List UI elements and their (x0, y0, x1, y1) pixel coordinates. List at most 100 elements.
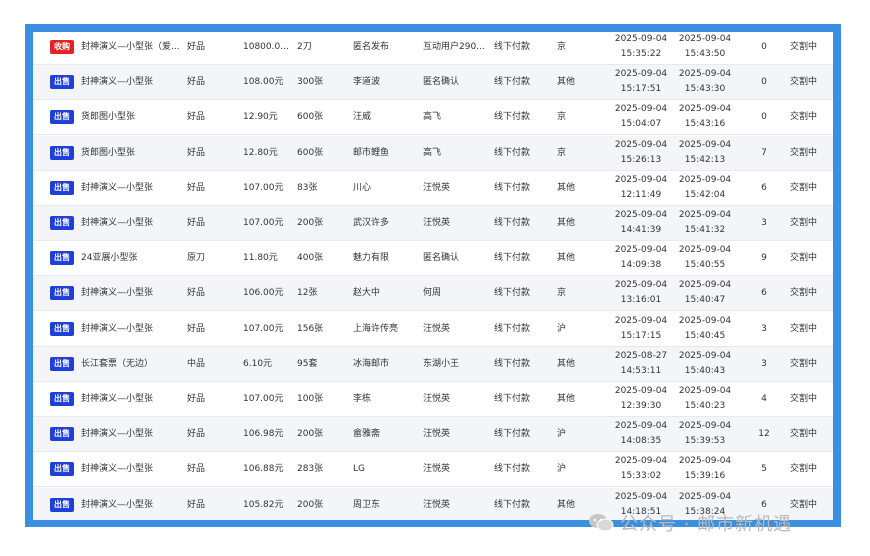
created-time: 2025-09-04 14:41:39 (611, 206, 671, 242)
created-time: 2025-09-04 15:04:07 (611, 100, 671, 136)
updated-time-text: 15:39:16 (684, 471, 726, 482)
view-count: 7 (761, 147, 767, 158)
updated-time: 2025-09-04 15:42:13 (675, 136, 735, 172)
seller-name: 川心 (353, 182, 372, 193)
view-count: 0 (761, 42, 767, 52)
trade-status: 交割中 (790, 42, 818, 52)
region: 沪 (557, 464, 567, 475)
seller-name: 李栋 (353, 394, 372, 404)
item-name: 封神演义—小型张 (81, 323, 154, 334)
created-date-text: 2025-09-04 (614, 139, 668, 150)
payment-method: 线下付款 (494, 358, 531, 369)
created-time: 2025-09-04 14:09:38 (611, 241, 671, 277)
region: 京 (557, 42, 567, 52)
trade-type-badge: 出售 (50, 497, 74, 512)
item-quality: 好品 (187, 77, 206, 88)
item-quality: 好品 (187, 464, 206, 475)
trade-type-badge: 出售 (50, 216, 74, 230)
trade-status: 交割中 (790, 77, 818, 88)
table-row[interactable]: 出售 封神演义—小型张 好品 108.00元 300张 李道波 匿名确认 线下付款 其他 0 交割中… (33, 65, 833, 101)
updated-date-text: 2025-09-04 (678, 245, 732, 256)
item-quality: 原刀 (187, 253, 206, 264)
table-row[interactable]: 出售 封神演义—小型张 好品 106.00元 12张 赵大中 何周 线下付款 京 6 交割中 2025… (33, 276, 833, 312)
item-quantity: 95套 (297, 358, 318, 369)
item-quantity: 12张 (297, 288, 318, 299)
trade-status: 交割中 (790, 323, 818, 334)
table-row[interactable]: 出售 货郎图小型张 好品 12.80元 600张 邮市鲤鱼 高飞 线下付款 京 7 交割中 2025-… (33, 135, 833, 172)
trade-type-badge: 出售 (50, 356, 74, 371)
payment-method: 线下付款 (494, 42, 531, 52)
trade-status: 交割中 (790, 253, 818, 264)
buyer-name: 高飞 (423, 147, 442, 158)
view-count: 3 (761, 218, 767, 228)
updated-time: 2025-09-04 15:43:16 (675, 100, 735, 136)
item-price: 108.00元 (243, 77, 284, 88)
buyer-name: 汪悦英 (423, 323, 451, 334)
item-quality: 好品 (187, 499, 206, 510)
created-time: 2025-09-04 12:39:30 (611, 382, 671, 418)
table-row[interactable]: 收购 封神演义—小型张（爱... 好品 10800.0... 2刀 匿名发布 互动用户290… (33, 32, 833, 65)
updated-time-text: 15:43:30 (684, 84, 726, 95)
table-row[interactable]: 出售 封神演义—小型张 好品 107.00元 156张 上海许传亮 汪悦英 线下付款 沪 3 交割中… (33, 312, 833, 347)
created-time: 2025-09-04 15:17:15 (611, 312, 671, 348)
created-time-text: 15:17:51 (620, 84, 662, 95)
view-count: 6 (761, 182, 767, 193)
buyer-name: 汪悦英 (423, 464, 451, 475)
region: 其他 (557, 218, 576, 228)
table-row[interactable]: 出售 封神演义—小型张 好品 106.98元 200张 畲雅斋 汪悦英 线下付款 沪 12 交割中 2… (33, 417, 833, 453)
created-date-text: 2025-09-04 (614, 174, 668, 185)
created-date-text: 2025-09-04 (614, 34, 668, 44)
buyer-name: 匿名确认 (423, 77, 460, 88)
item-quantity: 400张 (297, 253, 324, 264)
updated-time-text: 15:43:16 (684, 119, 726, 130)
trade-type-badge: 出售 (50, 392, 74, 406)
created-time-text: 15:04:07 (620, 119, 662, 130)
region: 京 (557, 147, 567, 158)
table-row[interactable]: 出售 长江套票（无边） 中品 6.10元 95套 冰海邮市 东湖小王 线下付款 其他 3 交割中 20… (33, 346, 833, 382)
region: 京 (557, 288, 567, 299)
created-date-text: 2025-09-04 (614, 386, 668, 396)
view-count: 0 (761, 112, 767, 123)
created-time: 2025-09-04 13:16:01 (611, 276, 671, 312)
item-name: 封神演义—小型张 (81, 218, 154, 228)
payment-method: 线下付款 (494, 112, 531, 123)
item-quantity: 600张 (297, 147, 324, 158)
table-row[interactable]: 出售 封神演义—小型张 好品 106.88元 283张 LG 汪悦英 线下付款 沪 5 交割中 202… (33, 452, 833, 488)
item-quality: 好品 (187, 218, 206, 228)
buyer-name: 高飞 (423, 112, 442, 123)
created-date-text: 2025-09-04 (614, 104, 668, 115)
updated-time-text: 15:40:45 (684, 330, 726, 341)
item-price: 6.10元 (243, 358, 273, 369)
region: 沪 (557, 323, 567, 334)
item-price: 107.00元 (243, 323, 284, 334)
trade-type-badge: 出售 (50, 180, 74, 195)
created-date-text: 2025-09-04 (614, 69, 668, 80)
item-quantity: 100张 (297, 394, 324, 404)
created-time-text: 12:39:30 (620, 401, 662, 411)
updated-time: 2025-09-04 15:39:16 (675, 452, 735, 488)
created-time-text: 13:16:01 (620, 295, 662, 306)
updated-date-text: 2025-09-04 (678, 386, 732, 396)
item-quantity: 83张 (297, 182, 318, 193)
seller-name: 冰海邮市 (353, 358, 390, 369)
buyer-name: 东湖小王 (423, 358, 460, 369)
created-time: 2025-09-04 12:11:49 (611, 171, 671, 207)
table-row[interactable]: 出售 封神演义—小型张 好品 107.00元 200张 武汉许多 汪悦英 线下付款 其他 3 交割中… (33, 206, 833, 241)
table-row[interactable]: 出售 24亚展小型张 原刀 11.80元 400张 魅力有限 匿名确认 线下付款 其他 9 交割中 2… (33, 241, 833, 277)
buyer-name: 汪悦英 (423, 429, 451, 440)
table-row[interactable]: 出售 封神演义—小型张 好品 107.00元 83张 川心 汪悦英 线下付款 其他 6 交割中 202… (33, 171, 833, 206)
trade-status: 交割中 (790, 358, 818, 369)
updated-time: 2025-09-04 15:40:55 (675, 241, 735, 277)
trade-status: 交割中 (790, 112, 818, 123)
trade-type-badge: 出售 (50, 427, 74, 442)
table-row[interactable]: 出售 封神演义—小型张 好品 107.00元 100张 李栋 汪悦英 线下付款 其他 4 交割中 20… (33, 382, 833, 417)
created-date-text: 2025-09-04 (614, 456, 668, 467)
table-row[interactable]: 出售 货郎图小型张 好品 12.90元 600张 汪威 高飞 线下付款 京 0 交割中 2025-09… (33, 100, 833, 136)
item-quantity: 283张 (297, 464, 324, 475)
payment-method: 线下付款 (494, 394, 531, 404)
region: 沪 (557, 429, 567, 440)
trade-type-badge: 出售 (50, 251, 74, 266)
updated-date-text: 2025-09-04 (678, 350, 732, 361)
trade-status: 交割中 (790, 429, 818, 440)
item-quality: 好品 (187, 394, 206, 404)
